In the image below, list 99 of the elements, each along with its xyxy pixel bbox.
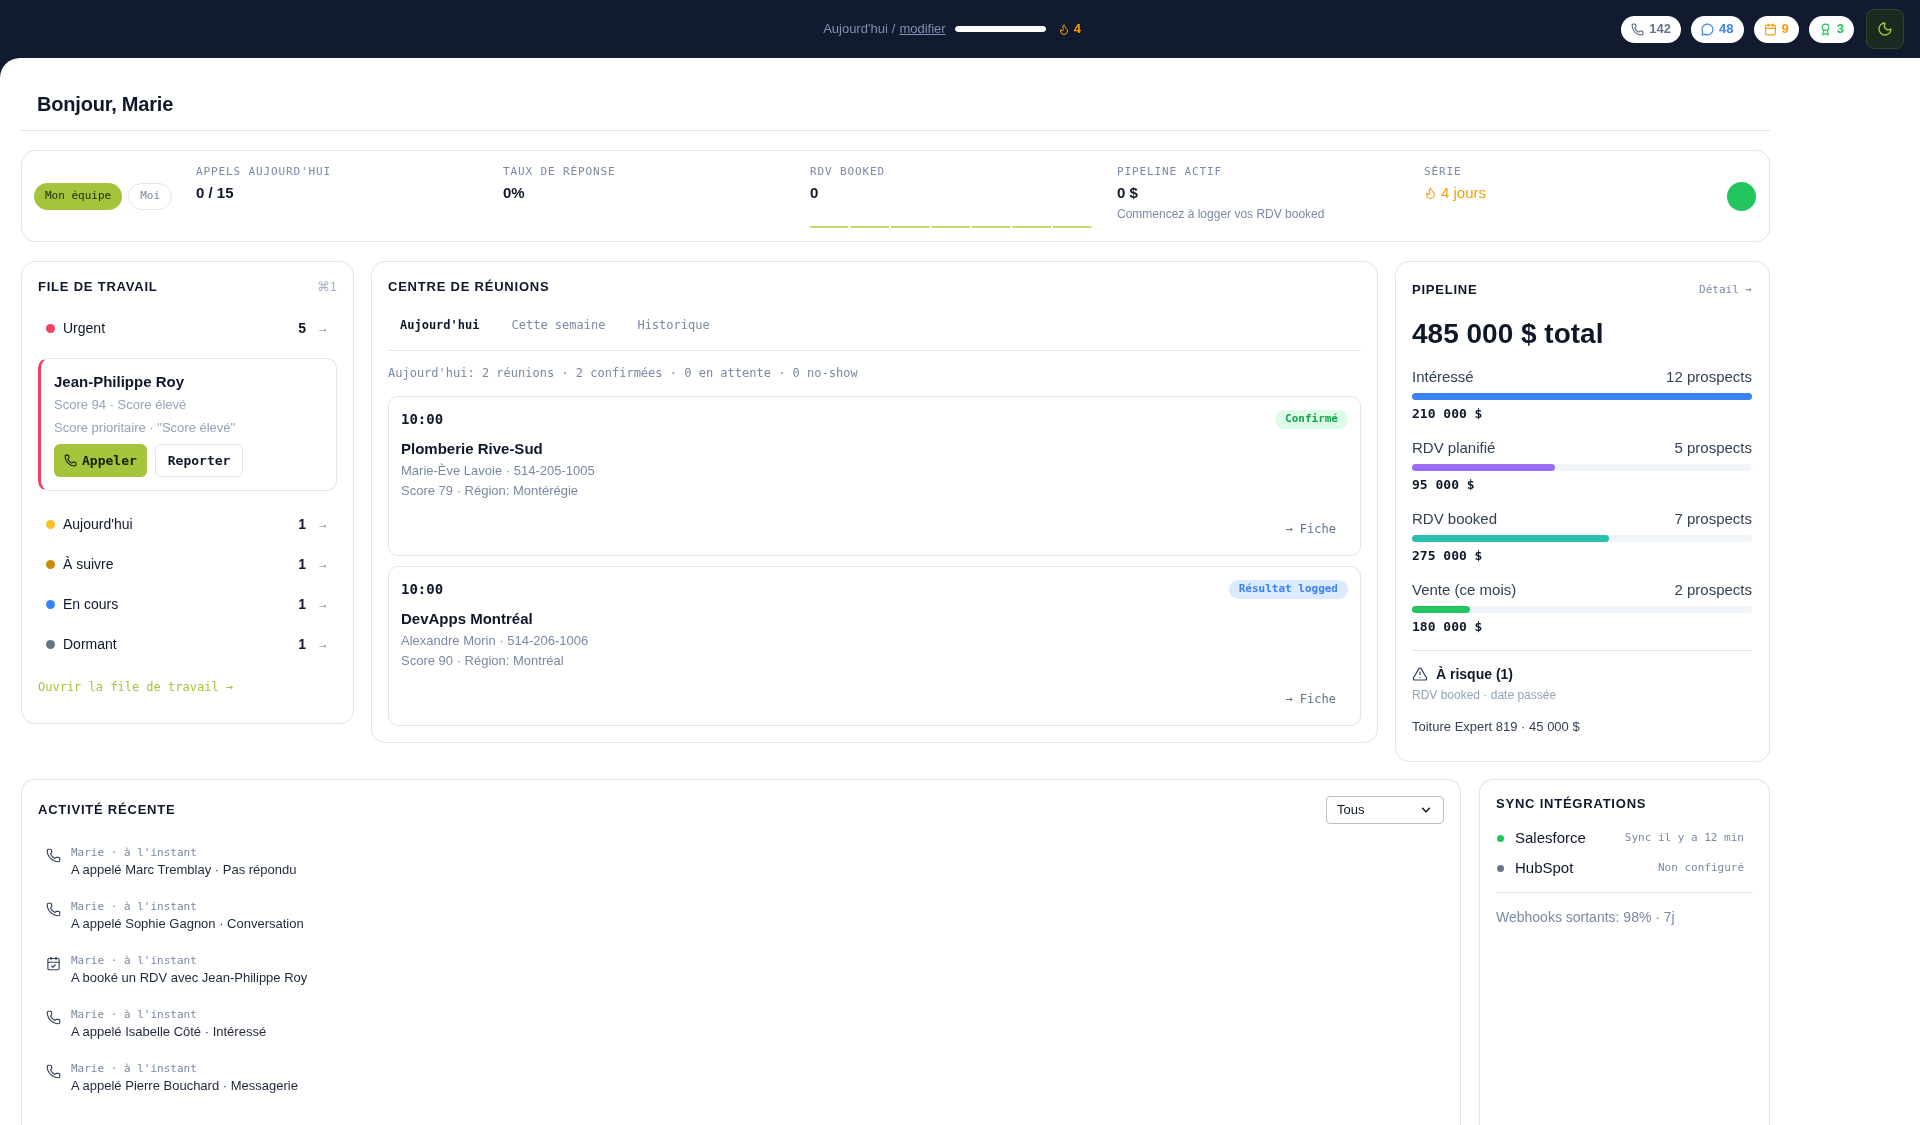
stage-count: 5 prospects	[1674, 437, 1752, 458]
postpone-button[interactable]: Reporter	[154, 444, 244, 477]
queue-group-row[interactable]: Urgent 5 →	[38, 308, 337, 348]
stat-value: 0 / 15	[196, 183, 234, 203]
activity-meta: Marie · à l'instant	[71, 1007, 198, 1023]
status-badge: Confirmé	[1275, 409, 1348, 429]
warning-icon	[1412, 666, 1428, 682]
card-title: SYNC INTÉGRATIONS	[1496, 796, 1648, 812]
activity-text: A appelé Sophie Gagnon · Conversation	[71, 915, 304, 933]
lead-detail: Score 94 · Score élevé	[54, 396, 188, 414]
activity-meta: Marie · à l'instant	[71, 1061, 198, 1077]
lead-detail: Score prioritaire · "Score élevé"	[54, 419, 237, 437]
meeting-contact: Marie-Ève Lavoie · 514-205-1005	[401, 462, 596, 480]
integration-status: Sync il y a 12 min	[1624, 829, 1744, 846]
stat-label: APPELS AUJOURD'HUI	[196, 165, 332, 179]
stage-amount: 275 000 $	[1412, 547, 1484, 565]
phone-icon	[64, 454, 77, 467]
scope-toggle[interactable]: Mon équipe	[34, 182, 123, 210]
card-title: ACTIVITÉ RÉCENTE	[38, 801, 176, 820]
stat-note: Commencez à logger vos RDV booked	[1117, 206, 1325, 222]
meeting-details: Score 90 · Région: Montréal	[401, 652, 565, 670]
counter-pill[interactable]: 48	[1691, 15, 1744, 43]
stage-count: 7 prospects	[1674, 508, 1752, 529]
moon-icon	[1877, 21, 1893, 37]
activity-meta: Marie · à l'instant	[71, 845, 198, 861]
pipeline-total: 485 000 $ total	[1412, 318, 1605, 350]
stage-label: RDV booked	[1412, 508, 1498, 529]
queue-group-row[interactable]: Aujourd'hui 1 →	[38, 504, 337, 544]
card-title: CENTRE DE RÉUNIONS	[388, 279, 551, 295]
streak-count: 4	[1073, 20, 1081, 39]
status-badge: Résultat logged	[1228, 579, 1348, 599]
scope-toggle[interactable]: Moi	[128, 182, 173, 210]
activity-text: A appelé Pierre Bouchard · Messagerie	[71, 1077, 298, 1095]
stage-label: Intéressé	[1412, 366, 1474, 387]
calendar-check-icon	[46, 956, 61, 971]
lead-name: Jean-Philippe Roy	[54, 372, 186, 392]
meetings-tab[interactable]: Historique	[625, 309, 722, 341]
queue-group-row[interactable]: Dormant 1 →	[38, 624, 337, 664]
phone-icon	[1631, 22, 1645, 36]
counter-pill[interactable]: 142	[1621, 15, 1682, 43]
risk-subtitle: RDV booked · date passée	[1412, 687, 1558, 703]
phone-icon	[46, 902, 61, 917]
stat-label: PIPELINE ACTIF	[1117, 165, 1223, 179]
separator: /	[891, 20, 896, 39]
call-button[interactable]: Appeler	[54, 444, 147, 477]
activity-text: A appelé Marc Tremblay · Pas répondu	[71, 861, 297, 879]
stat-label: SÉRIE	[1424, 165, 1462, 179]
webhooks-status: Webhooks sortants: 98% · 7j	[1496, 908, 1676, 927]
theme-toggle-button[interactable]	[1866, 9, 1904, 49]
activity-meta: Marie · à l'instant	[71, 899, 198, 915]
activity-meta: Marie · à l'instant	[71, 953, 198, 969]
stage-count: 12 prospects	[1666, 366, 1752, 387]
record-link[interactable]: → Fiche	[1273, 517, 1348, 541]
queue-group-row[interactable]: À suivre 1 →	[38, 544, 337, 584]
flame-icon	[1424, 186, 1437, 200]
meetings-tab[interactable]: Aujourd'hui	[388, 309, 492, 341]
calendar-icon	[1763, 22, 1777, 36]
activity-text: A booké un RDV avec Jean-Philippe Roy	[71, 969, 308, 987]
company-name: Plomberie Rive-Sud	[401, 439, 544, 459]
phone-icon	[46, 848, 61, 863]
stat-value: 0 $	[1117, 183, 1138, 203]
chat-bubble-icon	[1701, 22, 1715, 36]
stage-count: 2 prospects	[1674, 579, 1752, 600]
meetings-summary: Aujourd'hui: 2 réunions · 2 confirmées · 0 en attente · 0 no-show	[388, 365, 859, 381]
activity-text: A appelé Isabelle Côté · Intéressé	[71, 1023, 267, 1041]
integration-status: Non configuré	[1657, 859, 1744, 876]
filter-select[interactable]: Tous	[1326, 796, 1444, 824]
detail-link[interactable]: Détail →	[1699, 281, 1752, 299]
shortcut-hint: ⌘1	[316, 278, 337, 297]
risk-item: Toiture Expert 819 · 45 000 $	[1412, 718, 1581, 736]
stage-amount: 210 000 $	[1412, 405, 1484, 423]
stage-amount: 180 000 $	[1412, 618, 1484, 636]
integration-name: HubSpot	[1515, 857, 1574, 878]
card-title: PIPELINE	[1412, 281, 1478, 300]
queue-group-row[interactable]: En cours 1 →	[38, 584, 337, 624]
greeting: Bonjour, Marie	[37, 92, 175, 116]
flame-icon	[1057, 22, 1070, 36]
stat-label: RDV BOOKED	[810, 165, 886, 179]
card-title: FILE DE TRAVAIL	[38, 278, 158, 297]
meeting-time: 10:00	[401, 580, 444, 599]
phone-icon	[46, 1064, 61, 1079]
stat-value: 0	[810, 183, 819, 203]
stage-amount: 95 000 $	[1412, 476, 1476, 494]
meeting-time: 10:00	[401, 410, 444, 429]
meetings-tab[interactable]: Cette semaine	[499, 309, 618, 341]
phone-icon	[46, 1010, 61, 1025]
record-link[interactable]: → Fiche	[1273, 687, 1348, 711]
stat-label: TAUX DE RÉPONSE	[503, 165, 616, 179]
stage-label: Vente (ce mois)	[1412, 579, 1517, 600]
meeting-details: Score 79 · Région: Montérégie	[401, 482, 580, 500]
company-name: DevApps Montréal	[401, 609, 534, 629]
stat-value: 0%	[503, 183, 525, 203]
stage-label: RDV planifié	[1412, 437, 1496, 458]
goal-label: Aujourd'hui	[823, 20, 888, 39]
meeting-contact: Alexandre Morin · 514-206-1006	[401, 632, 590, 650]
edit-link[interactable]: modifier	[899, 19, 946, 39]
stat-value: 4 jours	[1441, 182, 1487, 203]
risk-title: À risque (1)	[1436, 664, 1513, 684]
integration-name: Salesforce	[1515, 827, 1586, 848]
